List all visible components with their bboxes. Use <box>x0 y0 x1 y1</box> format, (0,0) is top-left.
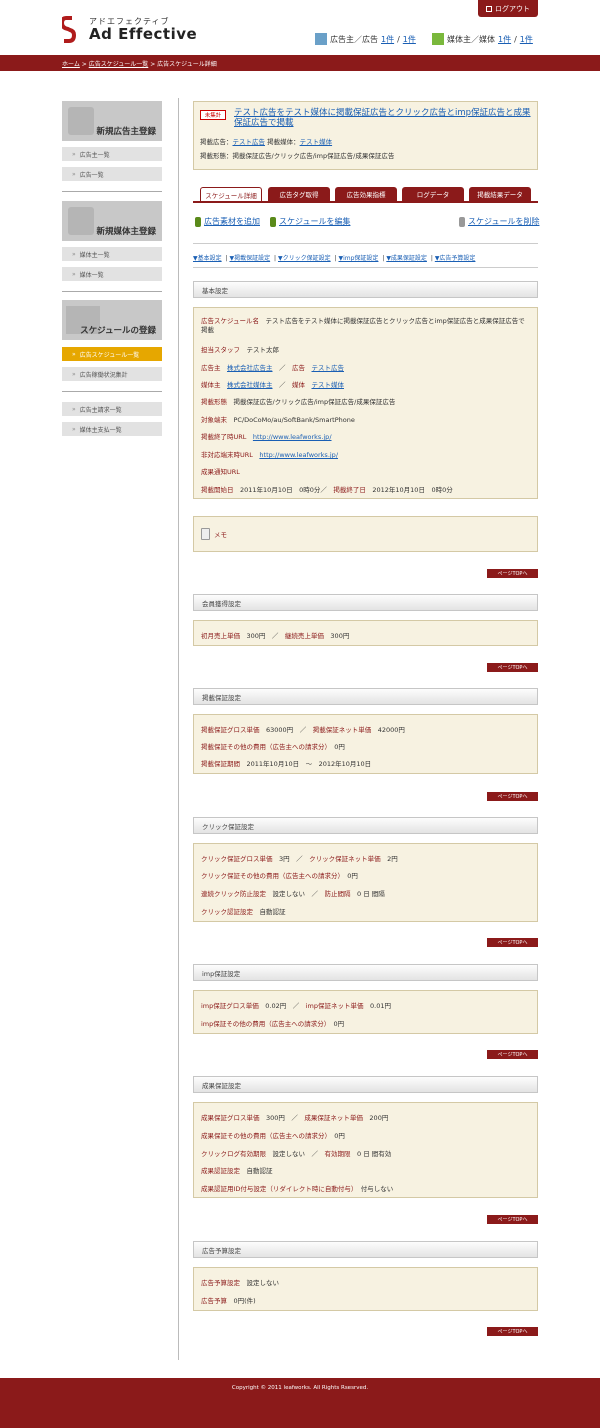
section-heading-budget: 広告予算設定 <box>193 1241 538 1258</box>
column-divider <box>178 98 179 1360</box>
page-top-button[interactable]: ページTOPへ <box>487 663 538 672</box>
budget-settings-panel: 広告予算設定 設定しない 広告予算 0円(件) <box>193 1267 538 1311</box>
anchor-click[interactable]: ▼クリック保証設定 <box>278 255 331 262</box>
anchor-imp[interactable]: ▼imp保証設定 <box>339 255 379 262</box>
media-link[interactable]: テスト媒体 <box>312 381 345 389</box>
media-icon <box>432 33 444 45</box>
unsupported-url-link[interactable]: http://www.leafworks.jp/ <box>259 451 338 459</box>
summary-line-ad: 掲載広告：テスト広告 掲載媒体：テスト媒体 <box>200 138 333 146</box>
anchor-budget[interactable]: ▼広告予算設定 <box>435 255 476 262</box>
member-settings-panel: 初月売上単価 300円 ／ 継続売上単価 300円 <box>193 620 538 646</box>
media-count-link[interactable]: 1件 <box>520 34 533 45</box>
tab-ad-effect[interactable]: 広告効果指標 <box>335 187 397 201</box>
pin-icon <box>270 216 276 227</box>
breadcrumb-schedule-list[interactable]: 広告スケジュール一覧 <box>89 61 149 68</box>
anchor-basic[interactable]: ▼基本設定 <box>193 255 222 262</box>
logout-button[interactable]: ログアウト <box>478 0 538 17</box>
section-heading-basic: 基本設定 <box>193 281 538 298</box>
page-top-button[interactable]: ページTOPへ <box>487 1215 538 1224</box>
schedule-title-link[interactable]: テスト広告をテスト媒体に掲載保証広告とクリック広告とimp保証広告と成果保証広告… <box>234 108 534 128</box>
section-heading-result: 成果保証設定 <box>193 1076 538 1093</box>
sidebar-item-media-payments[interactable]: 媒体主支払一覧 <box>62 422 162 436</box>
sidebar-divider <box>62 291 162 292</box>
sidebar-divider <box>62 191 162 192</box>
memo-panel: メモ <box>193 516 538 552</box>
summary-ad-link[interactable]: テスト広告 <box>233 138 266 146</box>
copyright: Copyright © 2011 leafworks. All Rights R… <box>231 1385 369 1391</box>
new-advertiser-banner[interactable]: 新規広告主登録 <box>62 101 162 141</box>
section-heading-member: 会員獲得設定 <box>193 594 538 611</box>
edit-schedule-action[interactable]: スケジュールを編集 <box>270 216 350 227</box>
anchor-result[interactable]: ▼成果保証設定 <box>386 255 427 262</box>
sidebar-item-schedule-list[interactable]: 広告スケジュール一覧 <box>62 347 162 361</box>
logo-text: Ad Effective <box>89 25 198 43</box>
sidebar-item-media-owner-list[interactable]: 媒体主一覧 <box>62 247 162 261</box>
add-material-link[interactable]: 広告素材を追加 <box>204 216 260 227</box>
media-owner-link[interactable]: 株式会社媒体主 <box>227 381 273 389</box>
schedule-register-banner[interactable]: スケジュールの登録 <box>62 300 162 340</box>
advertiser-link[interactable]: 株式会社広告主 <box>227 364 273 372</box>
pin-icon <box>195 216 201 227</box>
media-stat: 媒体主／媒体 1件 / 1件 <box>432 33 533 45</box>
advertiser-count-link[interactable]: 1件 <box>381 34 394 45</box>
page-top-button[interactable]: ページTOPへ <box>487 938 538 947</box>
edit-schedule-link[interactable]: スケジュールを編集 <box>279 216 350 227</box>
logo-icon <box>62 16 76 43</box>
page-top-button[interactable]: ページTOPへ <box>487 569 538 578</box>
media-owner-count-link[interactable]: 1件 <box>498 34 511 45</box>
tab-underline <box>193 201 538 203</box>
guarantee-settings-panel: 掲載保証グロス単価 63000円 ／ 掲載保証ネット単価 42000円 掲載保証… <box>193 714 538 774</box>
status-badge: 未集計 <box>200 110 226 120</box>
sidebar-item-media-list[interactable]: 媒体一覧 <box>62 267 162 281</box>
sidebar-item-ad-list[interactable]: 広告一覧 <box>62 167 162 181</box>
advertiser-stat: 広告主／広告 1件 / 1件 <box>315 33 416 45</box>
section-heading-click: クリック保証設定 <box>193 817 538 834</box>
divider <box>193 243 538 244</box>
person-icon <box>68 207 94 235</box>
sidebar-item-advertiser-invoices[interactable]: 広告主請求一覧 <box>62 402 162 416</box>
advertiser-icon <box>315 33 327 45</box>
section-anchor-links: ▼基本設定 | ▼掲載保証設定 | ▼クリック保証設定 | ▼imp保証設定 |… <box>193 255 476 262</box>
page-top-button[interactable]: ページTOPへ <box>487 792 538 801</box>
sidebar-item-advertiser-list[interactable]: 広告主一覧 <box>62 147 162 161</box>
tab-schedule-detail[interactable]: スケジュール詳細 <box>200 187 262 201</box>
sidebar-divider <box>62 391 162 392</box>
breadcrumb-current: 広告スケジュール詳細 <box>157 61 217 68</box>
breadcrumb: ホーム > 広告スケジュール一覧 > 広告スケジュール詳細 <box>62 61 217 68</box>
tab-result-data[interactable]: 掲載結果データ <box>469 187 531 201</box>
click-settings-panel: クリック保証グロス単価 3円 ／ クリック保証ネット単価 2円 クリック保証その… <box>193 843 538 922</box>
page-top-button[interactable]: ページTOPへ <box>487 1327 538 1336</box>
megaphone-icon <box>68 107 94 135</box>
delete-schedule-action[interactable]: スケジュールを削除 <box>459 216 539 227</box>
section-heading-imp: imp保証設定 <box>193 964 538 981</box>
add-material-action[interactable]: 広告素材を追加 <box>195 216 260 227</box>
ad-link[interactable]: テスト広告 <box>312 364 345 372</box>
breadcrumb-home[interactable]: ホーム <box>62 61 80 68</box>
result-settings-panel: 成果保証グロス単価 300円 ／ 成果保証ネット単価 200円 成果保証その他の… <box>193 1102 538 1198</box>
end-url-link[interactable]: http://www.leafworks.jp/ <box>253 433 332 441</box>
header: ログアウト アドエフェクティブ Ad Effective 広告主／広告 1件 /… <box>0 0 600 55</box>
schedule-summary: 未集計 テスト広告をテスト媒体に掲載保証広告とクリック広告とimp保証広告と成果… <box>193 101 538 170</box>
memo-icon[interactable] <box>201 528 210 540</box>
tab-ad-tag[interactable]: 広告タグ取得 <box>268 187 330 201</box>
anchor-guarantee[interactable]: ▼掲載保証設定 <box>230 255 271 262</box>
basic-settings-panel: 広告スケジュール名 テスト広告をテスト媒体に掲載保証広告とクリック広告とimp保… <box>193 307 538 499</box>
summary-line-form: 掲載形態：掲載保証広告/クリック広告/imp保証広告/成果保証広告 <box>200 152 395 160</box>
logout-icon <box>486 5 492 12</box>
imp-settings-panel: imp保証グロス単価 0.02円 ／ imp保証ネット単価 0.01円 imp保… <box>193 990 538 1034</box>
section-heading-guarantee: 掲載保証設定 <box>193 688 538 705</box>
page-top-button[interactable]: ページTOPへ <box>487 1050 538 1059</box>
delete-schedule-link[interactable]: スケジュールを削除 <box>468 216 539 227</box>
trash-icon <box>459 216 465 227</box>
ad-count-link[interactable]: 1件 <box>403 34 416 45</box>
tab-log-data[interactable]: ログデータ <box>402 187 464 201</box>
divider <box>193 267 538 268</box>
new-media-banner[interactable]: 新規媒体主登録 <box>62 201 162 241</box>
sidebar-item-status-summary[interactable]: 広告稼働状況集計 <box>62 367 162 381</box>
summary-media-link[interactable]: テスト媒体 <box>300 138 333 146</box>
